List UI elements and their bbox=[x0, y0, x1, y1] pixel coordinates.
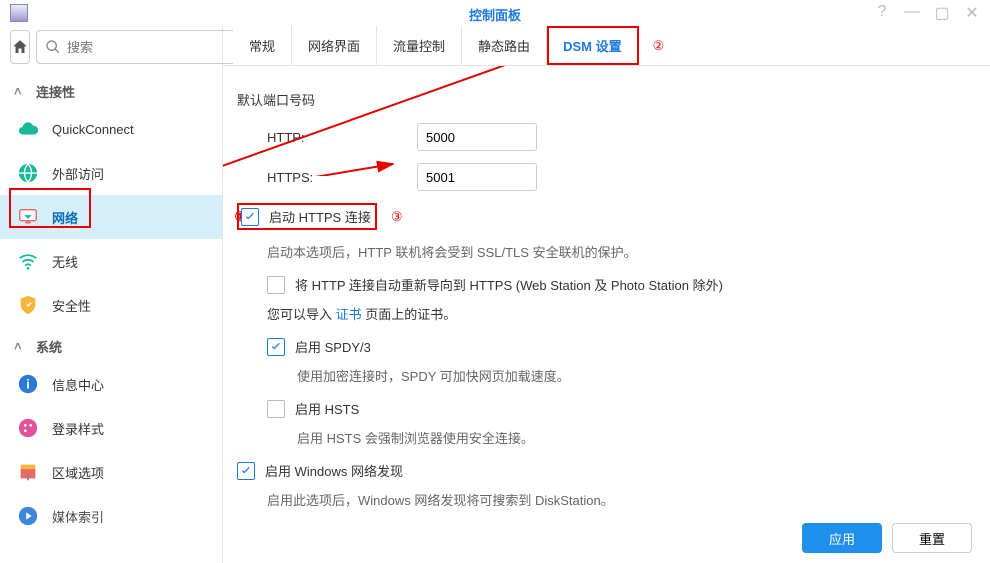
info-icon: i bbox=[16, 372, 40, 396]
tab-traffic-control[interactable]: 流量控制 bbox=[377, 26, 462, 65]
footer: 应用 重置 bbox=[223, 513, 990, 563]
apply-button[interactable]: 应用 bbox=[802, 523, 882, 553]
help-button[interactable]: ? bbox=[874, 3, 890, 23]
sidebar-item-label: 区域选项 bbox=[52, 463, 104, 482]
tab-label: DSM 设置 bbox=[563, 39, 622, 54]
minimize-button[interactable]: — bbox=[904, 3, 920, 23]
group-label: 系统 bbox=[36, 337, 62, 356]
sidebar-item-quickconnect[interactable]: QuickConnect bbox=[0, 107, 222, 151]
svg-text:i: i bbox=[26, 377, 30, 392]
tab-label: 静态路由 bbox=[478, 39, 530, 54]
enable-spdy-label: 启用 SPDY/3 bbox=[295, 337, 371, 356]
tab-general[interactable]: 常规 bbox=[233, 26, 292, 65]
search-input-wrapper[interactable] bbox=[36, 30, 252, 64]
sidebar-item-label: 无线 bbox=[52, 252, 78, 271]
app-icon bbox=[10, 4, 28, 22]
tab-network-interface[interactable]: 网络界面 bbox=[292, 26, 377, 65]
annotation-marker-3: ③ bbox=[391, 209, 403, 225]
palette-icon bbox=[16, 416, 40, 440]
enable-https-label: 启动 HTTPS 连接 bbox=[269, 207, 371, 226]
tab-label: 流量控制 bbox=[393, 39, 445, 54]
tab-label: 常规 bbox=[249, 39, 275, 54]
https-port-input[interactable] bbox=[417, 163, 537, 191]
reset-button[interactable]: 重置 bbox=[892, 523, 972, 553]
window-title: 控制面板 bbox=[469, 5, 521, 24]
sidebar-item-login-style[interactable]: 登录样式 bbox=[0, 406, 222, 450]
chevron-up-icon: ˄ bbox=[14, 339, 28, 354]
group-connectivity[interactable]: ˄ 连接性 bbox=[0, 72, 222, 107]
sidebar-item-media-index[interactable]: 媒体索引 bbox=[0, 494, 222, 538]
sidebar-item-external-access[interactable]: 外部访问 bbox=[0, 151, 222, 195]
annotation-marker-2: ② bbox=[653, 38, 665, 54]
http-label: HTTP: bbox=[267, 130, 417, 145]
content-pane: 常规 网络界面 流量控制 静态路由 DSM 设置 ② 默认端口号码 HTTP: … bbox=[223, 26, 990, 563]
section-title: 默认端口号码 bbox=[237, 90, 976, 109]
sidebar: ˄ 连接性 QuickConnect 外部访问 网络 ① 无线 安全性 ˄ 系统 bbox=[0, 26, 223, 563]
sidebar-item-regional-options[interactable]: 区域选项 bbox=[0, 450, 222, 494]
annotation-box-3: 启动 HTTPS 连接 bbox=[237, 203, 377, 230]
enable-wnd-label: 启用 Windows 网络发现 bbox=[265, 461, 403, 480]
tabs: 常规 网络界面 流量控制 静态路由 DSM 设置 ② bbox=[223, 26, 990, 66]
tab-static-route[interactable]: 静态路由 bbox=[462, 26, 547, 65]
home-button[interactable] bbox=[10, 30, 30, 64]
redirect-https-label: 将 HTTP 连接自动重新导向到 HTTPS (Web Station 及 Ph… bbox=[295, 275, 723, 294]
hsts-description: 启用 HSTS 会强制浏览器使用安全连接。 bbox=[237, 428, 976, 447]
redirect-https-checkbox[interactable] bbox=[267, 276, 285, 294]
sidebar-item-label: 安全性 bbox=[52, 296, 91, 315]
https-description: 启动本选项后，HTTP 联机将会受到 SSL/TLS 安全联机的保护。 bbox=[237, 242, 976, 261]
maximize-button[interactable]: ▢ bbox=[934, 3, 950, 23]
certificate-link[interactable]: 证书 bbox=[336, 307, 362, 322]
sidebar-item-label: 登录样式 bbox=[52, 419, 104, 438]
spdy-description: 使用加密连接时，SPDY 可加快网页加载速度。 bbox=[237, 366, 976, 385]
sidebar-item-label: QuickConnect bbox=[52, 122, 134, 137]
search-icon bbox=[45, 39, 61, 55]
sidebar-item-security[interactable]: 安全性 bbox=[0, 283, 222, 327]
wnd-description: 启用此选项后，Windows 网络发现将可搜索到 DiskStation。 bbox=[237, 490, 976, 509]
form-area: 默认端口号码 HTTP: HTTPS: 启动 HTTPS 连接 ③ 启动本选项后… bbox=[223, 66, 990, 513]
group-system[interactable]: ˄ 系统 bbox=[0, 327, 222, 362]
sidebar-item-network[interactable]: 网络 ① bbox=[0, 195, 222, 239]
tab-dsm-settings[interactable]: DSM 设置 bbox=[547, 26, 639, 65]
https-label: HTTPS: bbox=[267, 170, 417, 185]
sidebar-item-label: 网络 bbox=[52, 208, 78, 227]
media-icon bbox=[16, 504, 40, 528]
sidebar-item-info-center[interactable]: i 信息中心 bbox=[0, 362, 222, 406]
sidebar-item-label: 外部访问 bbox=[52, 164, 104, 183]
sidebar-item-label: 媒体索引 bbox=[52, 507, 104, 526]
cloud-icon bbox=[16, 117, 40, 141]
enable-https-checkbox[interactable] bbox=[241, 208, 259, 226]
search-input[interactable] bbox=[67, 40, 243, 55]
flag-icon bbox=[16, 460, 40, 484]
sidebar-item-wireless[interactable]: 无线 bbox=[0, 239, 222, 283]
globe-icon bbox=[16, 161, 40, 185]
enable-spdy-checkbox[interactable] bbox=[267, 338, 285, 356]
shield-icon bbox=[16, 293, 40, 317]
enable-hsts-label: 启用 HSTS bbox=[295, 399, 359, 418]
enable-hsts-checkbox[interactable] bbox=[267, 400, 285, 418]
wifi-icon bbox=[16, 249, 40, 273]
network-icon bbox=[16, 205, 40, 229]
http-port-input[interactable] bbox=[417, 123, 537, 151]
sidebar-item-label: 信息中心 bbox=[52, 375, 104, 394]
tab-label: 网络界面 bbox=[308, 39, 360, 54]
close-button[interactable]: ✕ bbox=[964, 3, 980, 23]
group-label: 连接性 bbox=[36, 82, 75, 101]
chevron-up-icon: ˄ bbox=[14, 84, 28, 99]
import-cert-text: 您可以导入 证书 页面上的证书。 bbox=[237, 304, 976, 323]
titlebar: 控制面板 ? — ▢ ✕ bbox=[0, 0, 990, 26]
home-icon bbox=[11, 38, 29, 56]
enable-wnd-checkbox[interactable] bbox=[237, 462, 255, 480]
